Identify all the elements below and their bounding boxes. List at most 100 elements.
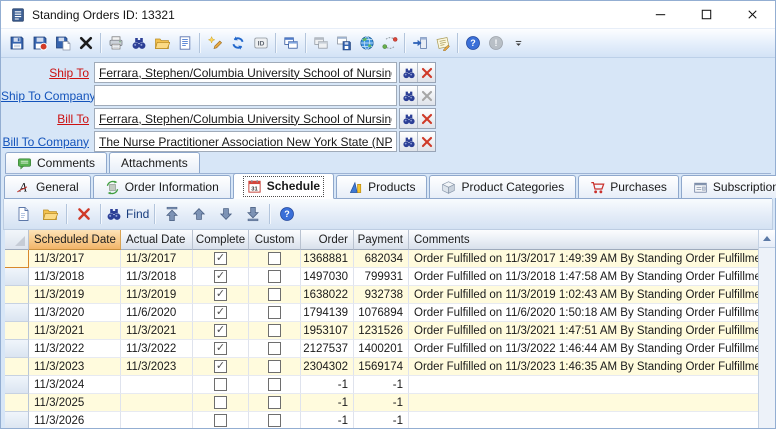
alert-icon[interactable] <box>484 32 507 55</box>
row-selector[interactable] <box>5 268 29 286</box>
cell-payment[interactable]: 1400201 <box>354 340 409 358</box>
cell-scheduled-date[interactable]: 11/3/2022 <box>29 340 121 358</box>
cell-scheduled-date[interactable]: 11/3/2019 <box>29 286 121 304</box>
tab-comments[interactable]: Comments <box>5 152 108 173</box>
custom-checkbox[interactable] <box>268 414 281 427</box>
cell-comments[interactable]: Order Fulfilled on 11/3/2017 1:49:39 AM … <box>409 250 758 268</box>
vertical-scrollbar[interactable] <box>758 230 775 428</box>
cell-scheduled-date[interactable]: 11/3/2024 <box>29 376 121 394</box>
cell-scheduled-date[interactable]: 11/3/2023 <box>29 358 121 376</box>
bill-to-company-label[interactable]: Bill To Company <box>1 135 94 149</box>
cell-comments[interactable] <box>409 412 758 428</box>
cell-order[interactable]: 1953107 <box>301 322 354 340</box>
column-header-scheduled-date[interactable]: Scheduled Date <box>29 230 121 250</box>
row-selector[interactable] <box>5 358 29 376</box>
cell-comments[interactable]: Order Fulfilled on 11/3/2019 1:02:43 AM … <box>409 286 758 304</box>
row-selector[interactable] <box>5 304 29 322</box>
bill-to-company-clear-button[interactable] <box>418 132 435 151</box>
complete-checkbox[interactable] <box>214 360 227 373</box>
cell-order[interactable]: 1497030 <box>301 268 354 286</box>
custom-checkbox[interactable] <box>268 324 281 337</box>
cell-actual-date[interactable]: 11/3/2022 <box>121 340 193 358</box>
cell-comments[interactable]: Order Fulfilled on 11/3/2023 1:46:35 AM … <box>409 358 758 376</box>
save-and-new-icon[interactable] <box>51 32 74 55</box>
windows-icon[interactable] <box>309 32 332 55</box>
custom-checkbox[interactable] <box>268 270 281 283</box>
cell-order[interactable]: -1 <box>301 376 354 394</box>
column-header-payment[interactable]: Payment <box>354 230 409 250</box>
complete-checkbox[interactable] <box>214 306 227 319</box>
cell-payment[interactable]: 1231526 <box>354 322 409 340</box>
row-selector[interactable] <box>5 412 29 428</box>
help-icon[interactable] <box>461 32 484 55</box>
bill-to-company-field[interactable]: The Nurse Practitioner Association New Y… <box>94 131 397 152</box>
custom-checkbox[interactable] <box>268 288 281 301</box>
tab-schedule[interactable]: Schedule <box>232 173 335 199</box>
move-up-button[interactable] <box>185 203 212 226</box>
cell-actual-date[interactable]: 11/3/2019 <box>121 286 193 304</box>
cell-payment[interactable]: 1569174 <box>354 358 409 376</box>
column-header-complete[interactable]: Complete <box>193 230 249 250</box>
cell-scheduled-date[interactable]: 11/3/2018 <box>29 268 121 286</box>
open-icon[interactable] <box>150 32 173 55</box>
cell-comments[interactable]: Order Fulfilled on 11/3/2021 1:47:51 AM … <box>409 322 758 340</box>
cell-payment[interactable]: 932738 <box>354 286 409 304</box>
move-last-button[interactable] <box>239 203 266 226</box>
ship-to-label[interactable]: Ship To <box>1 66 94 80</box>
ship-to-clear-button[interactable] <box>418 63 435 82</box>
tab-attachments[interactable]: Attachments <box>109 152 200 173</box>
cell-scheduled-date[interactable]: 11/3/2026 <box>29 412 121 428</box>
cell-order[interactable]: 1638022 <box>301 286 354 304</box>
row-selector[interactable] <box>5 340 29 358</box>
complete-checkbox[interactable] <box>214 378 227 391</box>
new-row-button[interactable] <box>9 203 36 226</box>
ship-to-company-label[interactable]: Ship To Company <box>1 89 96 103</box>
bill-to-field[interactable]: Ferrara, Stephen/Columbia University Sch… <box>94 108 397 129</box>
bill-to-label[interactable]: Bill To <box>1 112 94 126</box>
column-header-actual-date[interactable]: Actual Date <box>121 230 193 250</box>
ship-to-company-field[interactable] <box>94 85 397 106</box>
print-icon[interactable] <box>104 32 127 55</box>
open-row-button[interactable] <box>36 203 63 226</box>
cell-payment[interactable]: -1 <box>354 412 409 428</box>
move-first-button[interactable] <box>158 203 185 226</box>
cell-actual-date[interactable] <box>121 394 193 412</box>
copy-id-icon[interactable] <box>249 32 272 55</box>
export-icon[interactable] <box>408 32 431 55</box>
row-selector[interactable] <box>5 394 29 412</box>
refresh-icon[interactable] <box>226 32 249 55</box>
select-all-corner[interactable] <box>5 230 29 250</box>
cell-scheduled-date[interactable]: 11/3/2021 <box>29 322 121 340</box>
open-in-window-icon[interactable] <box>279 32 302 55</box>
maximize-button[interactable] <box>683 1 729 28</box>
toolbar-overflow-icon[interactable] <box>511 32 525 55</box>
cell-actual-date[interactable] <box>121 376 193 394</box>
cell-payment[interactable]: -1 <box>354 394 409 412</box>
save-layout-icon[interactable] <box>332 32 355 55</box>
cell-order[interactable]: 1794139 <box>301 304 354 322</box>
custom-checkbox[interactable] <box>268 360 281 373</box>
bill-to-lookup-button[interactable] <box>400 109 418 128</box>
find-icon[interactable] <box>127 32 150 55</box>
cell-actual-date[interactable]: 11/3/2023 <box>121 358 193 376</box>
minimize-button[interactable] <box>637 1 683 28</box>
row-selector[interactable] <box>5 376 29 394</box>
help-button[interactable] <box>273 203 300 226</box>
cell-payment[interactable]: 799931 <box>354 268 409 286</box>
find-button[interactable]: Find <box>104 203 151 226</box>
column-header-custom[interactable]: Custom <box>249 230 301 250</box>
row-selector[interactable] <box>5 250 29 268</box>
tab-purchases[interactable]: Purchases <box>578 175 679 198</box>
bill-to-company-lookup-button[interactable] <box>400 132 418 151</box>
cell-comments[interactable]: Order Fulfilled on 11/3/2018 1:47:58 AM … <box>409 268 758 286</box>
cell-scheduled-date[interactable]: 11/3/2020 <box>29 304 121 322</box>
row-selector[interactable] <box>5 322 29 340</box>
cell-comments[interactable]: Order Fulfilled on 11/3/2022 1:46:44 AM … <box>409 340 758 358</box>
complete-checkbox[interactable] <box>214 288 227 301</box>
cell-order[interactable]: 2127537 <box>301 340 354 358</box>
custom-checkbox[interactable] <box>268 306 281 319</box>
cell-order[interactable]: -1 <box>301 394 354 412</box>
tab-products[interactable]: Products <box>336 175 428 198</box>
column-header-order[interactable]: Order <box>301 230 354 250</box>
custom-checkbox[interactable] <box>268 396 281 409</box>
